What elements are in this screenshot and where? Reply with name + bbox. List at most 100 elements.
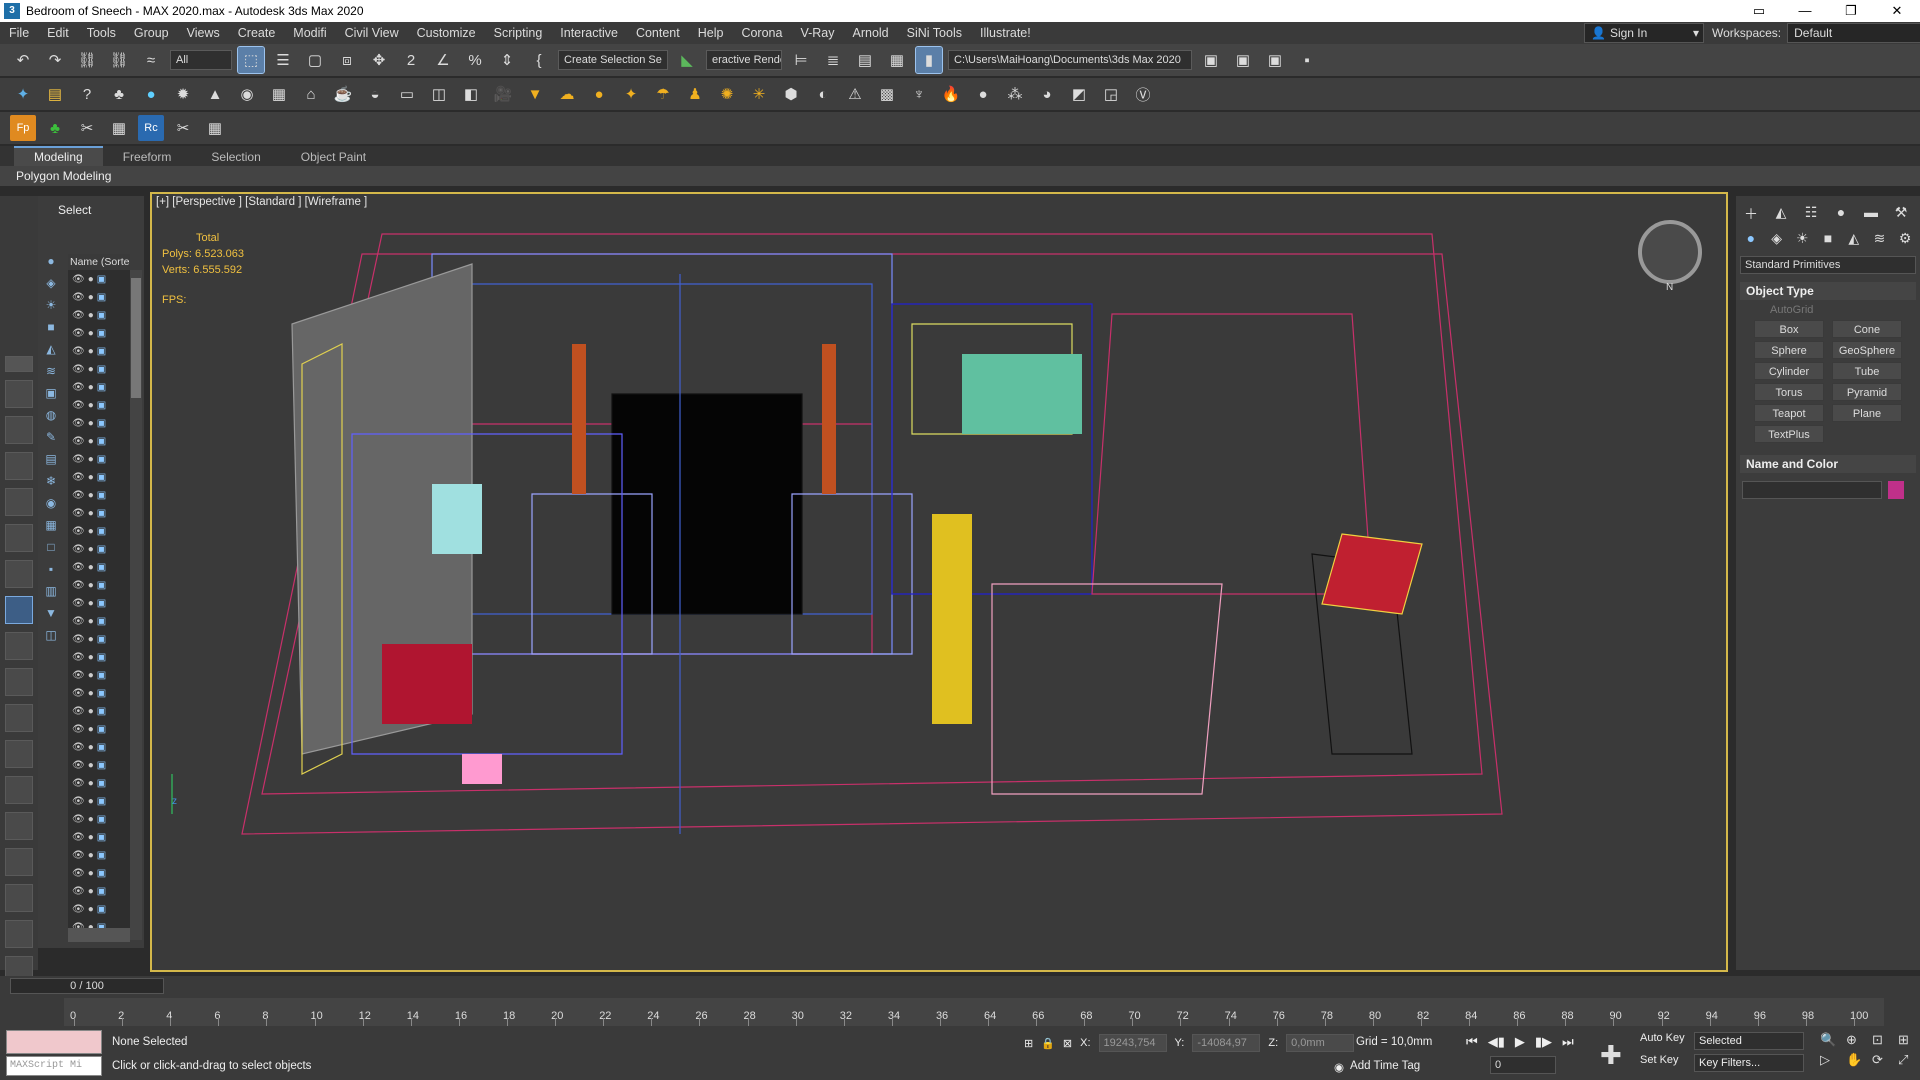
scene-explorer-row[interactable]: 👁 ● ▣ — [68, 792, 130, 810]
workspaces-select[interactable]: Default — [1787, 23, 1920, 43]
collapse-arrow-icon[interactable] — [5, 356, 33, 372]
render-toggle-icon[interactable]: ● — [88, 814, 94, 825]
play-icon[interactable]: ▶ — [1515, 1034, 1525, 1050]
rectangular-selection-icon[interactable]: ▢ — [302, 47, 328, 73]
modify-tab-icon[interactable]: ◭ — [1772, 204, 1790, 222]
visibility-eye-icon[interactable]: 👁 — [72, 634, 85, 645]
cone-button[interactable]: Cone — [1832, 320, 1902, 338]
maxscript-mini-listener[interactable]: MAXScript Mi — [6, 1056, 102, 1076]
table-2-icon[interactable]: ▦ — [202, 115, 228, 141]
render-toggle-icon[interactable]: ● — [88, 418, 94, 429]
menu-sini-tools[interactable]: SiNi Tools — [898, 22, 971, 44]
set-key-button[interactable]: Set Key — [1640, 1054, 1688, 1072]
railclone-icon[interactable]: Rc — [138, 115, 164, 141]
go-to-end-icon[interactable]: ⏭ — [1562, 1034, 1574, 1050]
name-and-color-rollout[interactable]: Name and Color — [1740, 455, 1916, 473]
scene-explorer-row[interactable]: 👁 ● ▣ — [68, 774, 130, 792]
render-toggle-icon[interactable]: ● — [88, 616, 94, 627]
space-warps-icon[interactable]: ≋ — [1871, 230, 1889, 248]
framebuffer-icon[interactable]: ▦ — [266, 81, 292, 107]
corona-decal-icon[interactable]: ☂ — [650, 81, 676, 107]
visibility-eye-icon[interactable]: 👁 — [72, 616, 85, 627]
scene-explorer-row[interactable]: 👁 ● ▣ — [68, 738, 130, 756]
window-crossing-icon[interactable]: ⧈ — [334, 47, 360, 73]
maxscript-listener-output[interactable] — [6, 1030, 102, 1054]
visibility-eye-icon[interactable]: 👁 — [72, 670, 85, 681]
scene-explorer-row[interactable]: 👁 ● ▣ — [68, 846, 130, 864]
render-toggle-icon[interactable]: ● — [88, 382, 94, 393]
isolate-icon[interactable]: ⊞ — [1024, 1037, 1033, 1050]
render-toggle-icon[interactable]: ● — [88, 562, 94, 573]
layout-tab-14[interactable] — [5, 848, 33, 876]
visibility-eye-icon[interactable]: 👁 — [72, 688, 85, 699]
layout-tab-8[interactable] — [5, 632, 33, 660]
primitive-category-select[interactable]: Standard Primitives — [1740, 256, 1916, 274]
render-settings-icon[interactable]: ◩ — [1066, 81, 1092, 107]
lock-icon[interactable]: 🔒 — [1041, 1037, 1055, 1050]
material-sphere-icon[interactable]: ● — [970, 81, 996, 107]
material-multi-icon[interactable]: ⁂ — [1002, 81, 1028, 107]
scene-converter-icon[interactable]: ✦ — [10, 81, 36, 107]
scene-explorer-row[interactable]: 👁 ● ▣ — [68, 288, 130, 306]
layout-tab-11[interactable] — [5, 740, 33, 768]
menu-vray[interactable]: V-Ray — [791, 22, 843, 44]
autogrid-checkbox[interactable]: AutoGrid — [1736, 300, 1920, 316]
utilities-tab-icon[interactable]: ⚒ — [1892, 204, 1910, 222]
render-toggle-icon[interactable]: ● — [88, 292, 94, 303]
display-frozen-icon[interactable]: ❄ — [42, 474, 60, 492]
vantage-icon[interactable]: Ⓥ — [1130, 81, 1156, 107]
render-toggle-icon[interactable]: ● — [88, 688, 94, 699]
project-folder-select[interactable]: C:\Users\MaiHoang\Documents\3ds Max 2020 — [948, 50, 1192, 70]
vray-proxy-icon[interactable]: ▩ — [874, 81, 900, 107]
render-toggle-icon[interactable]: ● — [88, 544, 94, 555]
visibility-eye-icon[interactable]: 👁 — [72, 526, 85, 537]
track-bar[interactable]: 0 2 4 6 8 10 12 14 16 18 20 22 24 26 28 30 32 34 36 64 66 68 7… — [64, 998, 1884, 1026]
visibility-eye-icon[interactable]: 👁 — [72, 796, 85, 807]
scene-explorer-row[interactable]: 👁 ● ▣ — [68, 630, 130, 648]
redo-icon[interactable]: ↷ — [42, 47, 68, 73]
layout-tab-5[interactable] — [5, 524, 33, 552]
scene-explorer-list[interactable]: Name (Sorted A 👁●▣👁●▣👁●▣👁●▣👁●▣👁●▣👁●▣👁●▣👁… — [68, 254, 130, 940]
visibility-eye-icon[interactable]: 👁 — [72, 742, 85, 753]
dome-light-icon[interactable]: ◒ — [362, 81, 388, 107]
sort-icon[interactable]: ▥ — [42, 584, 60, 602]
add-time-tag[interactable]: ◉ Add Time Tag — [1334, 1060, 1420, 1074]
named-selection-set-select[interactable]: Create Selection Se — [558, 50, 668, 70]
visibility-eye-icon[interactable]: 👁 — [72, 562, 85, 573]
vray-fur-icon[interactable]: ♆ — [906, 81, 932, 107]
render-toggle-icon[interactable]: ● — [88, 760, 94, 771]
display-groups-icon[interactable]: ▣ — [42, 386, 60, 404]
display-all-icon[interactable]: ▦ — [42, 518, 60, 536]
vray-fire-icon[interactable]: 🔥 — [938, 81, 964, 107]
tab-freeform[interactable]: Freeform — [103, 148, 192, 166]
visibility-eye-icon[interactable]: 👁 — [72, 328, 85, 339]
layout-tab-1[interactable] — [5, 380, 33, 408]
menu-group[interactable]: Group — [125, 22, 178, 44]
select-object-icon[interactable]: ⬚ — [237, 46, 265, 74]
tab-object-paint[interactable]: Object Paint — [281, 148, 386, 166]
tab-modeling[interactable]: Modeling — [14, 146, 103, 166]
viewport-label[interactable]: [+] [Perspective ] [Standard ] [Wirefram… — [156, 196, 367, 208]
pyramid-button[interactable]: Pyramid — [1832, 383, 1902, 401]
toggle-ribbon-icon[interactable]: ▦ — [884, 47, 910, 73]
menu-edit[interactable]: Edit — [38, 22, 78, 44]
visibility-eye-icon[interactable]: 👁 — [72, 814, 85, 825]
display-xrefs-icon[interactable]: ◍ — [42, 408, 60, 426]
render-toggle-icon[interactable]: ● — [88, 796, 94, 807]
teapot-icon[interactable]: ☕ — [330, 81, 356, 107]
menu-illustrate[interactable]: Illustrate! — [971, 22, 1040, 44]
display-containers-icon[interactable]: ▤ — [42, 452, 60, 470]
vray-cube-icon[interactable]: ⬢ — [778, 81, 804, 107]
environment-icon[interactable]: ▭ — [394, 81, 420, 107]
hierarchy-tab-icon[interactable]: ☷ — [1802, 204, 1820, 222]
menu-interactive[interactable]: Interactive — [551, 22, 627, 44]
display-tab-icon[interactable]: ▬ — [1862, 204, 1880, 222]
render-toggle-icon[interactable]: ● — [88, 310, 94, 321]
render-toggle-icon[interactable]: ● — [88, 832, 94, 843]
visibility-eye-icon[interactable]: 👁 — [72, 544, 85, 555]
scene-explorer-row[interactable]: 👁 ● ▣ — [68, 522, 130, 540]
y-coordinate-field[interactable]: -14084,97 — [1192, 1034, 1261, 1052]
render-toggle-icon[interactable]: ● — [88, 364, 94, 375]
pan-icon[interactable]: ✋ — [1846, 1052, 1868, 1068]
light-icon[interactable]: ● — [138, 81, 164, 107]
